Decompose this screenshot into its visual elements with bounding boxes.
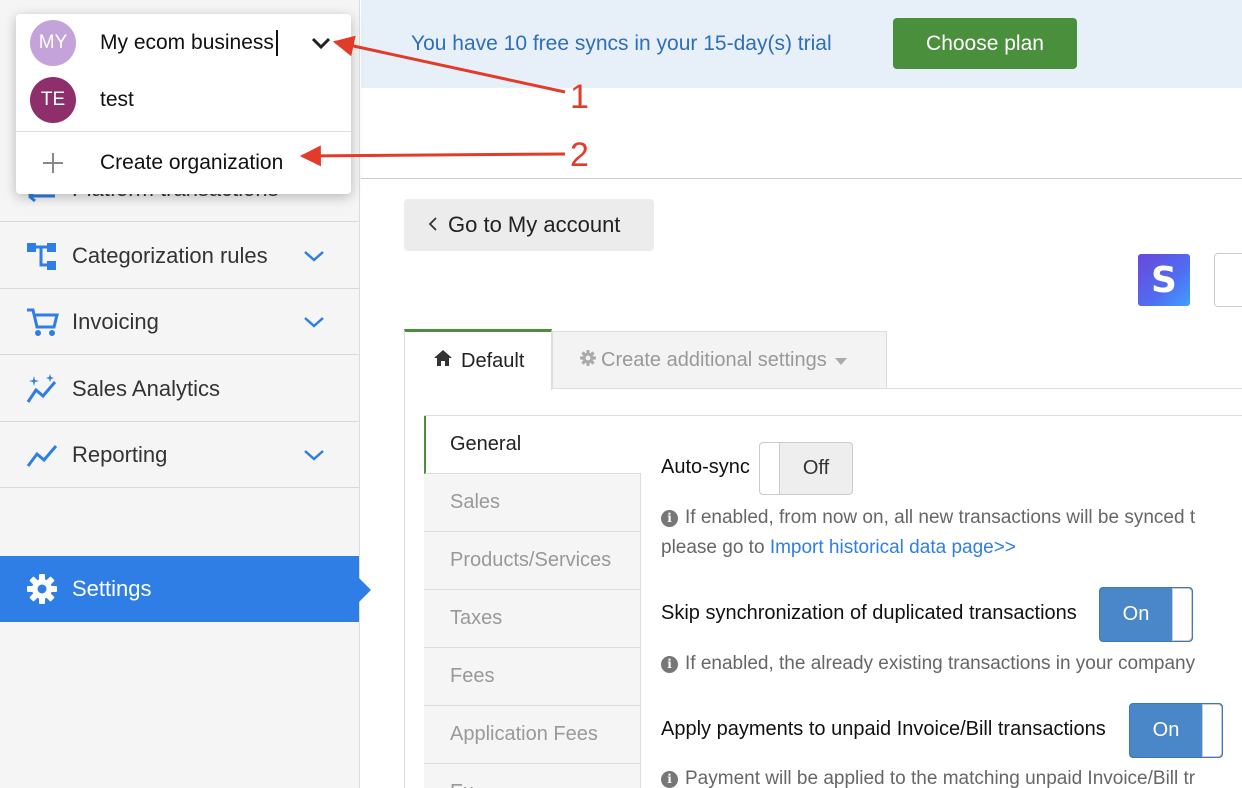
gear-icon — [579, 349, 597, 373]
divider — [16, 131, 351, 132]
toggle-knob — [1172, 588, 1192, 641]
avatar: MY — [30, 20, 76, 66]
sidebar-item-label: Sales Analytics — [72, 375, 220, 401]
org-name: My ecom business — [100, 31, 274, 54]
analytics-icon — [24, 371, 60, 407]
sidebar-item-label: Settings — [72, 576, 152, 601]
plus-icon — [40, 150, 66, 176]
help-text: Payment will be applied to the matching … — [685, 768, 1196, 788]
subnav-item-taxes[interactable]: Taxes — [424, 590, 641, 648]
stripe-logo: S — [1138, 254, 1190, 306]
sidebar-item-reporting[interactable]: Reporting — [0, 422, 359, 488]
info-icon: i — [661, 656, 678, 673]
toggle-state: On — [1152, 719, 1180, 741]
text-cursor — [276, 30, 278, 56]
toggle-knob — [760, 443, 780, 494]
subnav-item-fees[interactable]: Fees — [424, 648, 641, 706]
sidebar-item-label: Categorization rules — [72, 242, 268, 268]
subnav-item-application-fees[interactable]: Application Fees — [424, 706, 641, 764]
auto-sync-label: Auto-sync — [661, 456, 750, 478]
chevron-down-icon[interactable] — [308, 30, 334, 56]
avatar: TE — [30, 77, 76, 123]
chevron-left-icon — [428, 212, 438, 238]
info-icon: i — [661, 771, 678, 788]
skip-duplicates-label: Skip synchronization of duplicated trans… — [661, 602, 1077, 624]
chevron-down-icon[interactable] — [300, 308, 328, 336]
org-option-my-ecom-business[interactable]: MY My ecom business — [16, 14, 351, 72]
toggle-state: Off — [802, 457, 830, 479]
subnav-item-sales[interactable]: Sales — [424, 474, 641, 532]
choose-plan-button[interactable]: Choose plan — [893, 18, 1077, 69]
help-text: please go to — [661, 537, 770, 558]
create-organization-option[interactable]: Create organization — [16, 134, 351, 192]
chevron-down-icon[interactable] — [300, 242, 328, 270]
home-icon — [433, 349, 453, 373]
apply-payments-toggle[interactable]: On — [1129, 703, 1223, 758]
divider — [361, 178, 1242, 179]
sidebar-item-settings[interactable]: Settings — [0, 556, 359, 622]
sidebar-item-label: Reporting — [72, 441, 168, 467]
subnav-item-products-services[interactable]: Products/Services — [424, 532, 641, 590]
tab-label: Create additional settings — [601, 349, 827, 371]
auto-sync-help: i If enabled, from now on, all new transa… — [661, 503, 1195, 563]
subnav-item-general[interactable]: General — [424, 416, 641, 474]
org-option-test[interactable]: TE test — [16, 71, 351, 129]
rules-icon — [24, 238, 60, 274]
annotation-marker-2: 2 — [570, 136, 589, 174]
apply-payments-help: i Payment will be applied to the matching… — [661, 764, 1195, 788]
settings-subnav: General Sales Products/Services Taxes Fe… — [424, 416, 641, 788]
go-to-my-account-button[interactable]: Go to My account — [404, 199, 654, 251]
sidebar-item-invoicing[interactable]: Invoicing — [0, 289, 359, 355]
trial-text: You have 10 free syncs in your 15-day(s)… — [411, 32, 832, 55]
apply-payments-label: Apply payments to unpaid Invoice/Bill tr… — [661, 718, 1106, 740]
cart-icon — [24, 304, 60, 340]
import-historical-data-link[interactable]: Import historical data page>> — [770, 537, 1016, 558]
skip-duplicates-help: i If enabled, the already existing transa… — [661, 649, 1195, 679]
toggle-knob — [1202, 704, 1222, 757]
subnav-item-ex[interactable]: Ex — [424, 764, 641, 788]
sidebar-item-label: Invoicing — [72, 308, 159, 334]
create-organization-label: Create organization — [100, 151, 284, 174]
sidebar-item-categorization-rules[interactable]: Categorization rules — [0, 223, 359, 289]
organization-dropdown: MY My ecom business TE test Create organ… — [16, 14, 351, 194]
active-indicator — [359, 578, 371, 602]
trial-banner: You have 10 free syncs in your 15-day(s)… — [361, 0, 1242, 88]
tab-create-additional-settings[interactable]: Create additional settings — [552, 331, 887, 389]
sidebar-item-sales-analytics[interactable]: Sales Analytics — [0, 356, 359, 422]
gear-icon — [24, 571, 60, 607]
toggle-state: On — [1122, 603, 1150, 625]
tab-label: Default — [461, 349, 525, 372]
help-text: If enabled, the already existing transac… — [685, 653, 1196, 674]
tab-default[interactable]: Default — [404, 329, 552, 390]
caret-down-icon — [834, 349, 847, 372]
info-icon: i — [661, 510, 678, 527]
annotation-marker-1: 1 — [570, 78, 589, 116]
auto-sync-toggle[interactable]: Off — [759, 442, 853, 495]
chevron-down-icon[interactable] — [300, 441, 328, 469]
skip-duplicates-toggle[interactable]: On — [1099, 587, 1193, 642]
back-button-label: Go to My account — [448, 212, 621, 237]
help-text: If enabled, from now on, all new transac… — [685, 507, 1196, 528]
trend-icon — [24, 437, 60, 473]
org-name: test — [100, 88, 134, 111]
integration-selector[interactable] — [1214, 253, 1242, 307]
